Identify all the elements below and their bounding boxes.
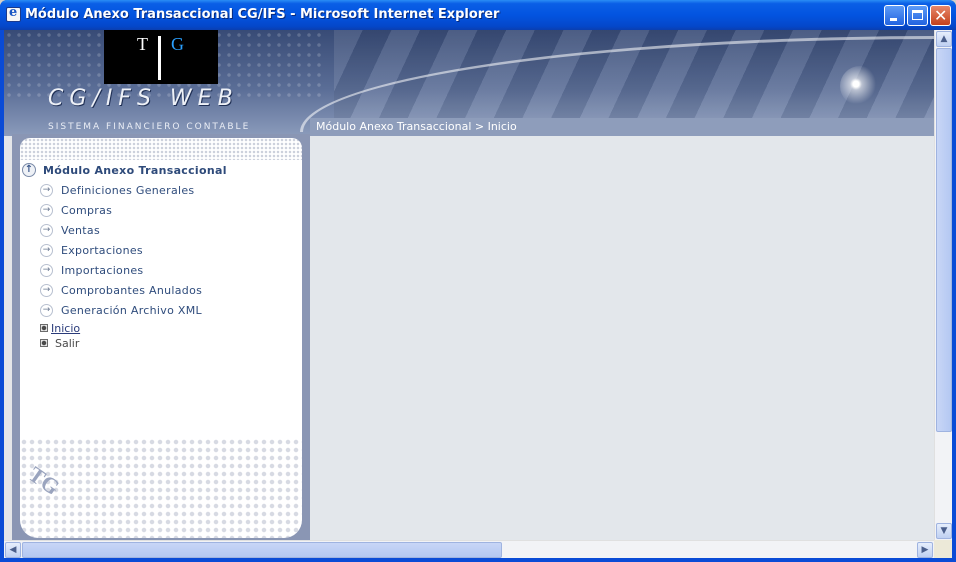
- menu-item-label: Definiciones Generales: [61, 183, 195, 197]
- menu-item-label: Ventas: [61, 223, 100, 237]
- menu-item-ventas[interactable]: → Ventas: [40, 222, 100, 238]
- arrow-right-circle-icon: →: [40, 223, 53, 237]
- window-title: Módulo Anexo Transaccional CG/IFS - Micr…: [25, 7, 500, 22]
- menu-item-label: Generación Archivo XML: [61, 303, 202, 317]
- page-viewport: T G CG/IFS WEB SISTEMA FINANCIERO CONTAB…: [4, 30, 952, 558]
- sidebar-menu: TG ↑ Módulo Anexo Transaccional → Defini…: [20, 138, 302, 538]
- menu-item-label: Comprobantes Anulados: [61, 283, 203, 297]
- menu-item-exportaciones[interactable]: → Exportaciones: [40, 242, 143, 258]
- menu-item-label: Importaciones: [61, 263, 144, 277]
- minimize-button[interactable]: [884, 5, 905, 26]
- link-salir-label[interactable]: Salir: [55, 337, 79, 350]
- sidebar-bottom-pattern: [20, 438, 302, 538]
- horizontal-scroll-thumb[interactable]: [22, 542, 502, 558]
- breadcrumb: Módulo Anexo Transaccional > Inicio: [316, 120, 517, 133]
- vertical-scroll-thumb[interactable]: [936, 48, 952, 432]
- menu-item-label: Compras: [61, 203, 113, 217]
- link-inicio[interactable]: Inicio: [40, 321, 80, 335]
- bullet-square-icon: [40, 339, 48, 347]
- arrow-right-circle-icon: →: [40, 203, 53, 217]
- app-brand: CG/IFS WEB: [48, 86, 239, 111]
- minimize-icon: [890, 18, 897, 21]
- arrow-right-circle-icon: →: [40, 303, 53, 317]
- banner-glow: [840, 66, 880, 106]
- close-icon: ✕: [934, 6, 948, 25]
- app-brand-subtitle: SISTEMA FINANCIERO CONTABLE: [48, 122, 251, 132]
- arrow-right-circle-icon: →: [40, 183, 53, 197]
- scroll-left-button[interactable]: ◀: [5, 542, 21, 558]
- scrollbar-corner: [934, 540, 952, 558]
- close-button[interactable]: ✕: [930, 5, 951, 26]
- collapse-up-icon[interactable]: ↑: [22, 163, 36, 177]
- horizontal-scrollbar[interactable]: ◀ ▶: [4, 540, 934, 558]
- browser-window: Módulo Anexo Transaccional CG/IFS - Micr…: [0, 0, 956, 562]
- menu-item-comprobantes-anulados[interactable]: → Comprobantes Anulados: [40, 282, 202, 298]
- logo-divider: [158, 36, 161, 80]
- menu-item-generacion-archivo-xml[interactable]: → Generación Archivo XML: [40, 302, 202, 318]
- maximize-icon: [912, 10, 923, 20]
- arrow-right-circle-icon: →: [40, 283, 53, 297]
- scroll-up-button[interactable]: ▲: [936, 31, 952, 47]
- menu-item-importaciones[interactable]: → Importaciones: [40, 262, 143, 278]
- title-bar[interactable]: Módulo Anexo Transaccional CG/IFS - Micr…: [0, 0, 956, 30]
- menu-item-label: Exportaciones: [61, 243, 143, 257]
- vertical-scrollbar[interactable]: ▲ ▼: [934, 30, 952, 540]
- logo-letter-g: G: [171, 34, 184, 54]
- company-logo: T G: [104, 30, 218, 84]
- bullet-square-icon: [40, 324, 48, 332]
- logo-letter-t: T: [137, 34, 148, 54]
- link-salir[interactable]: Salir: [40, 336, 79, 350]
- menu-item-compras[interactable]: → Compras: [40, 202, 112, 218]
- maximize-button[interactable]: [907, 5, 928, 26]
- arrow-right-circle-icon: →: [40, 263, 53, 277]
- main-content: [310, 136, 934, 540]
- scroll-down-button[interactable]: ▼: [936, 523, 952, 539]
- scroll-right-button[interactable]: ▶: [917, 542, 933, 558]
- link-inicio-label[interactable]: Inicio: [51, 322, 80, 335]
- arrow-right-circle-icon: →: [40, 243, 53, 257]
- header-banner: T G CG/IFS WEB SISTEMA FINANCIERO CONTAB…: [4, 30, 934, 136]
- menu-section-header[interactable]: ↑ Módulo Anexo Transaccional: [22, 162, 227, 178]
- menu-section-title: Módulo Anexo Transaccional: [43, 163, 227, 177]
- sidebar-top-pattern: [20, 138, 302, 160]
- menu-item-definiciones-generales[interactable]: → Definiciones Generales: [40, 182, 194, 198]
- ie-icon: [6, 5, 21, 22]
